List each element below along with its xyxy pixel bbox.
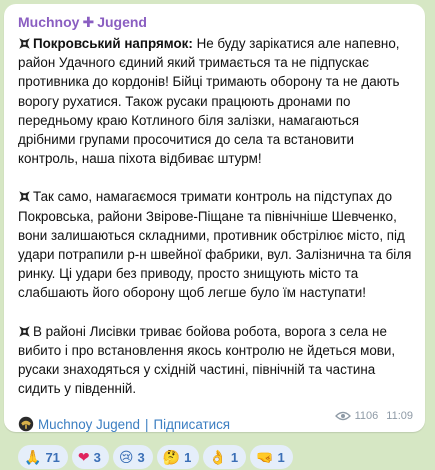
pray-emoji-icon: 🙏 [24, 448, 42, 465]
heart-emoji-icon: ❤ [77, 448, 90, 465]
reactions-bar: 🙏 71 ❤ 3 😢 3 🤔 1 👌 1 🤜 1 [18, 444, 413, 470]
thinking-emoji-icon: 🤔 [162, 448, 181, 465]
signature-separator: | [145, 416, 149, 432]
channel-name[interactable]: Muchnoy ✚ Jugend [18, 12, 413, 32]
reaction-heart[interactable]: ❤ 3 [71, 445, 109, 470]
reaction-count: 1 [230, 449, 239, 465]
reaction-count: 71 [45, 449, 60, 465]
reaction-thinking[interactable]: 🤔 1 [156, 445, 200, 470]
message-meta: 1106 11:09 [334, 410, 413, 422]
message-bubble: Muchnoy ✚ Jugend Покровський напрямок: Н… [4, 4, 425, 470]
eye-icon [334, 411, 351, 421]
channel-name-left: Muchnoy [18, 14, 80, 30]
channel-emblem-icon [18, 417, 34, 432]
message-paragraph-3: В районі Лисівки триває бойова робота, в… [18, 322, 413, 399]
paragraph-text: В районі Лисівки триває бойова робота, в… [18, 323, 396, 397]
reaction-fist[interactable]: 🤜 1 [250, 445, 293, 470]
reaction-cry[interactable]: 😢 3 [112, 445, 153, 470]
channel-link[interactable]: Muchnoy Jugend [38, 417, 140, 432]
subscribe-link[interactable]: Підписатися [153, 417, 230, 432]
reaction-count: 1 [184, 449, 192, 465]
reaction-ok-hand[interactable]: 👌 1 [203, 445, 247, 470]
message-time: 11:09 [386, 410, 413, 422]
fist-emoji-icon: 🤜 [256, 448, 274, 465]
plus-icon: ✚ [82, 13, 95, 30]
view-count: 1106 [354, 410, 379, 422]
paragraph-text: Так само, намагаємося тримати контроль н… [18, 189, 412, 301]
iron-cross-icon [18, 190, 31, 204]
message-paragraph-1: Покровський напрямок: Не буду зарікатися… [18, 34, 413, 168]
iron-cross-icon [18, 324, 31, 338]
reaction-count: 1 [277, 449, 285, 465]
reaction-pray[interactable]: 🙏 71 [18, 445, 68, 470]
message-paragraph-2: Так само, намагаємося тримати контроль н… [18, 187, 413, 302]
cry-emoji-icon: 😢 [118, 448, 134, 465]
ok-hand-emoji-icon: 👌 [209, 448, 227, 465]
reaction-count: 3 [137, 449, 145, 465]
channel-name-right: Jugend [97, 14, 147, 30]
reaction-count: 3 [93, 449, 101, 465]
paragraph-heading: Покровський напрямок: [33, 36, 193, 51]
paragraph-text: Не буду зарікатися але напевно, район Уд… [18, 36, 400, 167]
iron-cross-icon [18, 37, 31, 50]
